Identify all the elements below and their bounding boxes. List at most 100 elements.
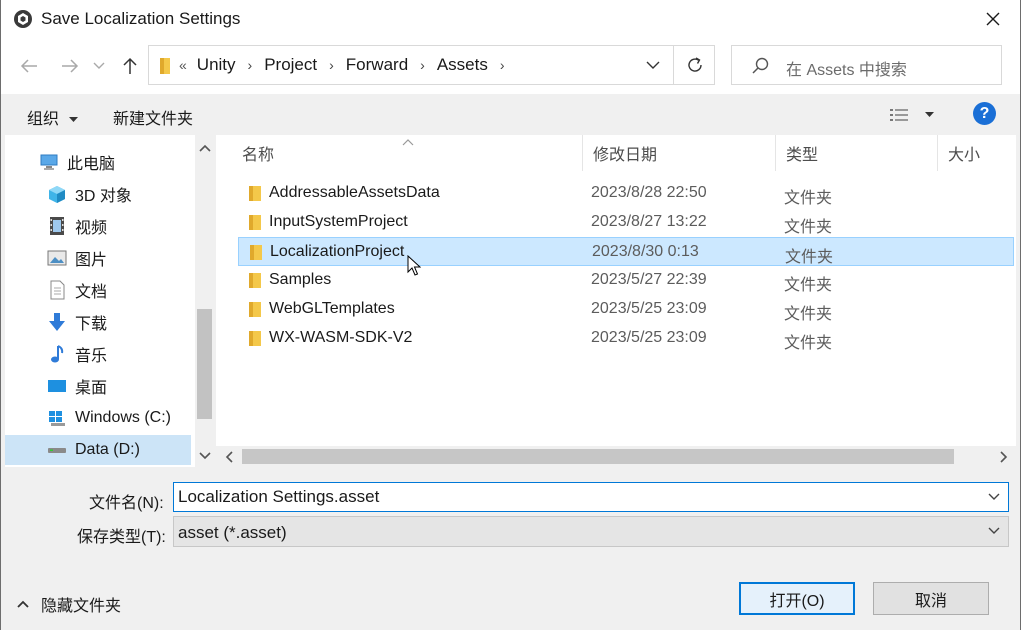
desktop-icon [47,376,67,396]
document-icon [47,280,67,300]
navigation-pane: 此电脑 3D 对象 视频 图片 文档 下载 音乐 桌面 Windows (C:)… [5,135,214,467]
file-date: 2023/5/25 23:09 [591,329,707,346]
breadcrumb-unity[interactable]: Unity [197,55,236,75]
breadcrumb-overflow[interactable]: « [179,57,187,73]
filename-input[interactable] [178,486,978,508]
organize-label: 组织 [27,111,60,128]
scroll-down-button[interactable] [195,445,214,467]
search-placeholder: 在 Assets 中搜索 [786,62,907,79]
breadcrumb: « Unity › Project › Forward › Assets › [179,46,517,84]
folder-icon [249,215,261,230]
arrow-left-icon [20,59,37,73]
sidebar-item-documents[interactable]: 文档 [5,275,191,305]
hide-folders-toggle[interactable]: 隐藏文件夹 [17,592,121,616]
file-type: 文件夹 [784,219,833,236]
sidebar-item-label: Windows (C:) [75,409,172,426]
chevron-down-icon [198,452,211,460]
sidebar-item-data-d[interactable]: Data (D:) [5,435,191,465]
list-item-selected[interactable]: LocalizationProject 2023/8/30 0:13 文件夹 [238,237,1014,266]
open-button[interactable]: 打开(O) [739,582,855,615]
title-bar: Save Localization Settings [1,0,1020,38]
chevron-right-icon[interactable]: › [500,57,505,73]
chevron-up-icon [198,144,211,152]
hide-folders-label: 隐藏文件夹 [41,598,122,615]
filename-label: 文件名(N): [89,495,164,512]
file-type: 文件夹 [785,249,834,266]
chevron-left-icon [225,450,233,463]
breadcrumb-assets[interactable]: Assets [437,55,488,75]
close-button[interactable] [980,6,1006,32]
new-folder-button[interactable]: 新建文件夹 [113,105,193,129]
filetype-dropdown-button[interactable] [986,523,1002,539]
sidebar-item-pictures[interactable]: 图片 [5,243,191,273]
organize-menu[interactable]: 组织 [27,105,79,129]
column-header-date[interactable]: 修改日期 [583,135,776,171]
sidebar-item-windows-c[interactable]: Windows (C:) [5,403,191,433]
address-bar[interactable]: « Unity › Project › Forward › Assets › [148,45,715,85]
sidebar-item-3d-objects[interactable]: 3D 对象 [5,179,191,209]
refresh-button[interactable] [673,46,715,84]
folder-icon [249,302,261,317]
filetype-select[interactable]: asset (*.asset) [173,516,1009,547]
address-history-dropdown[interactable] [637,46,669,84]
file-name: InputSystemProject [269,213,408,230]
folder-icon [249,186,261,201]
list-item[interactable]: Samples 2023/5/27 22:39 文件夹 [238,266,1014,295]
sidebar-item-videos[interactable]: 视频 [5,211,191,241]
sidebar-item-this-pc[interactable]: 此电脑 [5,147,191,177]
sidebar-item-label: Data (D:) [75,441,140,458]
arrow-up-icon [123,57,137,74]
horizontal-scroll-thumb[interactable] [242,449,954,464]
sidebar-item-label: 文档 [75,284,108,301]
column-header-type[interactable]: 类型 [776,135,938,171]
sidebar-item-label: 3D 对象 [75,188,132,205]
list-item[interactable]: WX-WASM-SDK-V2 2023/5/25 23:09 文件夹 [238,324,1014,353]
filename-combobox[interactable] [173,482,1009,512]
help-button[interactable]: ? [973,102,996,125]
sidebar-item-label: 音乐 [75,348,108,365]
help-icon: ? [979,104,990,122]
back-button[interactable] [17,54,41,78]
file-type: 文件夹 [784,335,833,352]
breadcrumb-forward[interactable]: Forward [346,55,408,75]
cancel-button[interactable]: 取消 [873,582,989,615]
recent-locations-button[interactable] [91,54,107,78]
sidebar-item-downloads[interactable]: 下载 [5,307,191,337]
file-date: 2023/8/30 0:13 [592,243,699,260]
list-item[interactable]: WebGLTemplates 2023/5/25 23:09 文件夹 [238,295,1014,324]
file-date: 2023/8/28 22:50 [591,184,707,201]
scroll-left-button[interactable] [219,446,239,467]
sidebar-scroll-thumb[interactable] [197,309,212,419]
computer-icon [39,152,59,172]
scroll-up-button[interactable] [195,137,214,159]
scroll-right-button[interactable] [994,446,1014,467]
filename-dropdown-button[interactable] [986,489,1002,505]
chevron-right-icon[interactable]: › [329,57,334,73]
search-box[interactable]: 在 Assets 中搜索 [731,45,1002,85]
chevron-down-icon [93,62,105,69]
chevron-right-icon [1000,450,1008,463]
list-item[interactable]: AddressableAssetsData 2023/8/28 22:50 文件… [238,179,1014,208]
column-header-name[interactable]: 名称 [232,135,583,171]
file-name: WX-WASM-SDK-V2 [269,329,413,346]
forward-button[interactable] [58,54,82,78]
chevron-right-icon[interactable]: › [248,57,253,73]
breadcrumb-project[interactable]: Project [264,55,317,75]
sidebar-item-music[interactable]: 音乐 [5,339,191,369]
filetype-label: 保存类型(T): [77,529,166,546]
list-item[interactable]: InputSystemProject 2023/8/27 13:22 文件夹 [238,208,1014,237]
list-view-icon [890,109,908,121]
file-list-horizontal-scrollbar[interactable] [216,446,1016,467]
file-date: 2023/8/27 13:22 [591,213,707,230]
chevron-right-icon[interactable]: › [420,57,425,73]
filetype-value: asset (*.asset) [178,523,287,542]
sidebar-item-desktop[interactable]: 桌面 [5,371,191,401]
file-name: WebGLTemplates [269,300,395,317]
save-dialog: Save Localization Settings « Unity › Pro… [0,0,1021,630]
sidebar-scrollbar[interactable] [195,135,214,467]
column-header-size[interactable]: 大小 [938,135,1016,171]
sidebar-item-label: 下载 [75,316,108,333]
up-button[interactable] [118,54,142,78]
view-options-button[interactable] [889,104,939,126]
download-icon [47,312,67,332]
